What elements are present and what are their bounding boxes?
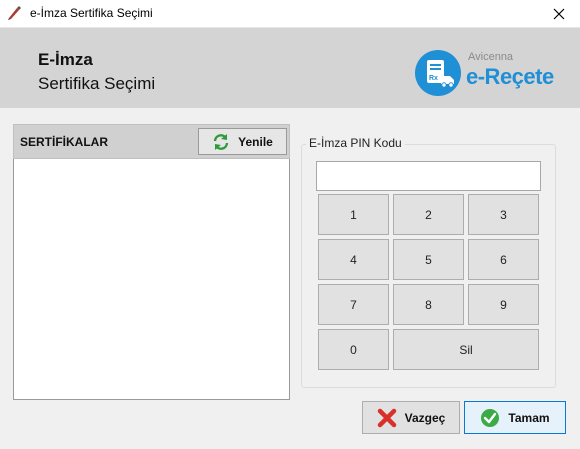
pin-key-6[interactable]: 6 xyxy=(468,239,539,280)
page-title: E-İmza xyxy=(38,50,93,69)
cancel-button[interactable]: Vazgeç xyxy=(362,401,460,434)
certificates-panel: SERTİFİKALAR Yenile xyxy=(13,124,290,400)
close-icon xyxy=(553,8,565,20)
pin-input[interactable] xyxy=(316,161,541,191)
svg-text:Rx: Rx xyxy=(429,75,438,82)
pin-delete-button[interactable]: Sil xyxy=(393,329,539,370)
pin-key-5[interactable]: 5 xyxy=(393,239,464,280)
pin-group-label: E-İmza PIN Kodu xyxy=(306,136,405,150)
cancel-x-icon xyxy=(377,408,396,427)
pin-key-7[interactable]: 7 xyxy=(318,284,389,325)
title-bar: e-İmza Sertifika Seçimi xyxy=(0,0,580,28)
header-banner: E-İmza Sertifika Seçimi Rx Avicenna e-Re… xyxy=(0,28,580,108)
pin-key-1[interactable]: 1 xyxy=(318,194,389,235)
pin-key-3[interactable]: 3 xyxy=(468,194,539,235)
certificates-label: SERTİFİKALAR xyxy=(20,135,108,149)
prescription-logo-icon: Rx xyxy=(415,50,461,96)
refresh-label: Yenile xyxy=(238,134,273,149)
logo-wordmark: e-Reçete xyxy=(466,64,554,89)
checkmark-icon xyxy=(481,408,500,427)
pin-key-9[interactable]: 9 xyxy=(468,284,539,325)
pin-key-2[interactable]: 2 xyxy=(393,194,464,235)
certificates-header: SERTİFİKALAR Yenile xyxy=(13,124,290,159)
close-button[interactable] xyxy=(538,0,580,28)
e-recete-logo: Rx Avicenna e-Reçete xyxy=(414,48,554,98)
signature-pen-icon xyxy=(6,5,22,21)
ok-button[interactable]: Tamam xyxy=(464,401,566,434)
pin-key-8[interactable]: 8 xyxy=(393,284,464,325)
refresh-icon xyxy=(213,133,229,150)
page-subtitle: Sertifika Seçimi xyxy=(38,74,156,93)
pin-key-0[interactable]: 0 xyxy=(318,329,389,370)
cancel-label: Vazgeç xyxy=(404,410,446,425)
window-title: e-İmza Sertifika Seçimi xyxy=(30,6,153,20)
certificates-list[interactable] xyxy=(13,159,290,400)
ok-label: Tamam xyxy=(508,410,550,425)
pin-key-4[interactable]: 4 xyxy=(318,239,389,280)
refresh-button[interactable]: Yenile xyxy=(198,128,287,155)
logo-subtitle: Avicenna xyxy=(468,51,514,63)
